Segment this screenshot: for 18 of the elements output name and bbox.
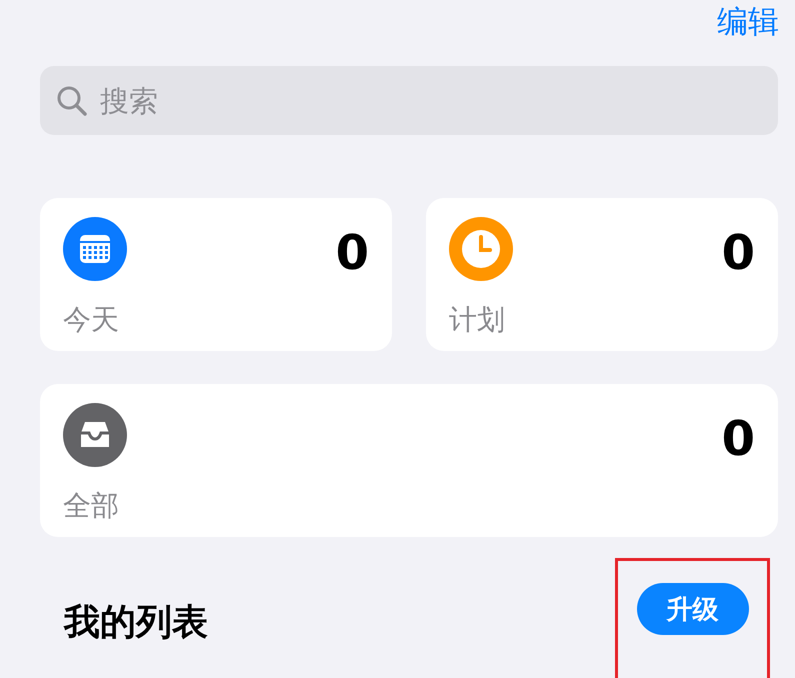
list-label: 今天	[63, 302, 120, 338]
search-icon	[56, 84, 88, 117]
list-label: 全部	[63, 488, 120, 524]
clock-icon	[449, 217, 513, 281]
list-card[interactable]: 0 今天	[40, 198, 392, 351]
section-title: 我的列表	[64, 601, 208, 645]
edit-link[interactable]: 编辑	[717, 0, 779, 43]
count: 0	[722, 415, 755, 463]
list-card[interactable]: 0 计划	[426, 198, 778, 351]
upgrade-button[interactable]: 升级	[636, 583, 748, 635]
list-label: 计划	[449, 302, 506, 338]
search-field[interactable]: 搜索	[40, 66, 778, 135]
calendar-icon	[63, 217, 127, 281]
search-field[interactable]: 搜索	[98, 82, 762, 119]
count: 0	[336, 229, 369, 277]
count: 0	[722, 229, 755, 277]
tray-icon	[63, 403, 127, 467]
list-card[interactable]: 0 全部	[40, 384, 778, 537]
